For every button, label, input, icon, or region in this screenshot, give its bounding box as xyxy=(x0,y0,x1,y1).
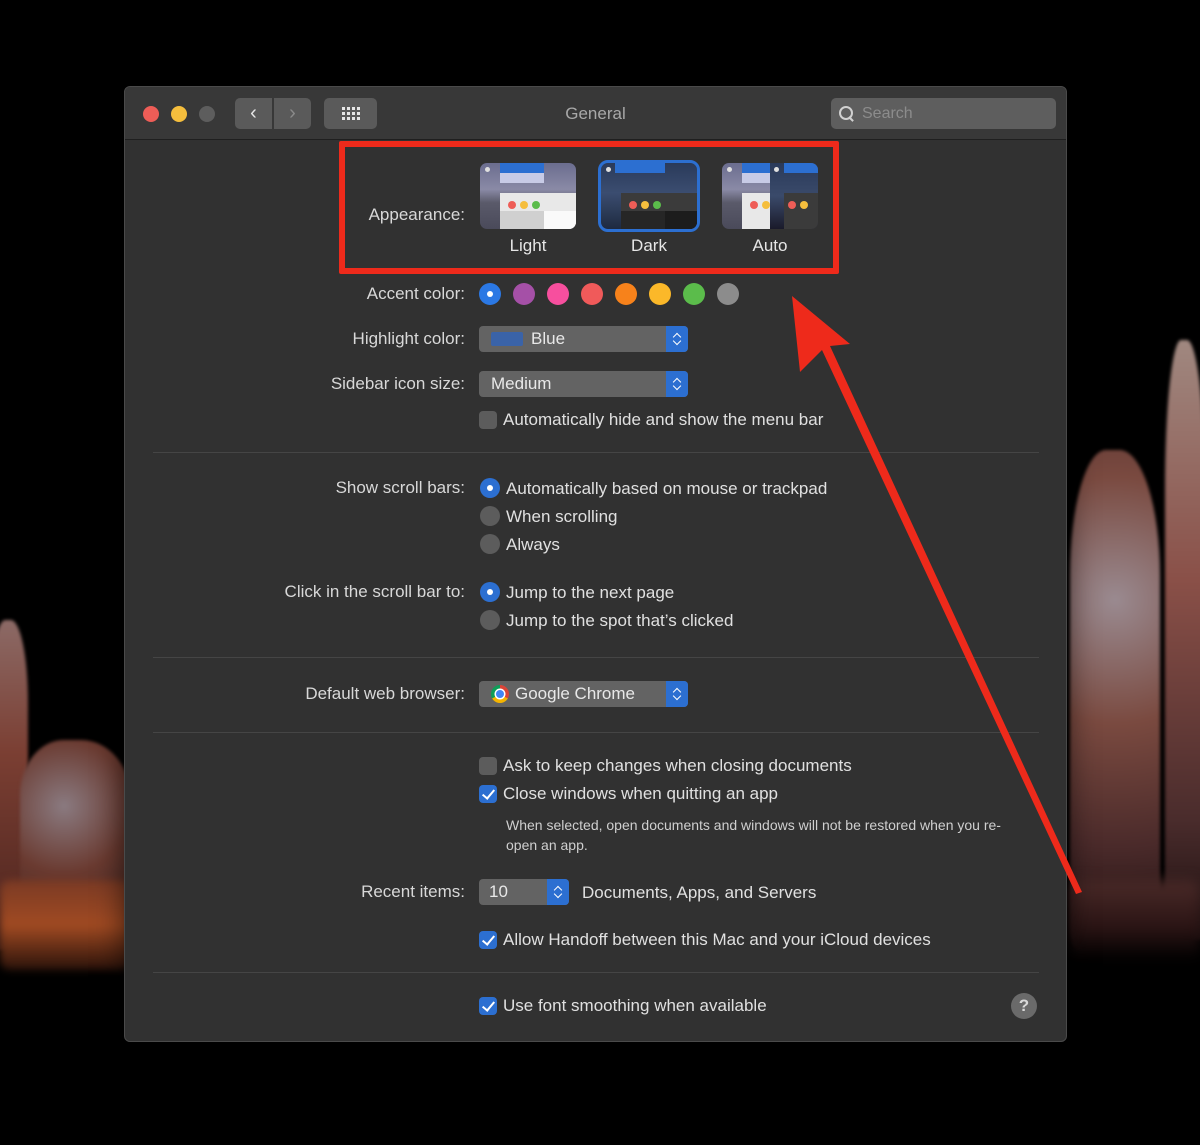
appearance-light-label: Light xyxy=(509,236,547,255)
recent-items-popup[interactable]: 10 xyxy=(479,879,569,905)
default-browser-label: Default web browser: xyxy=(305,684,465,703)
search-input[interactable] xyxy=(862,104,1042,123)
auto-hide-menu-checkbox[interactable] xyxy=(479,411,497,429)
appearance-label: Appearance: xyxy=(368,205,465,224)
accent-color-swatch[interactable] xyxy=(479,283,501,305)
recent-items-suffix: Documents, Apps, and Servers xyxy=(582,883,817,902)
chevron-up-down-icon xyxy=(673,377,681,391)
ask-keep-changes-checkbox[interactable] xyxy=(479,757,497,775)
accent-color-label: Accent color: xyxy=(366,284,465,303)
title-bar: ‹ › General xyxy=(125,87,1066,140)
question-mark-icon: ? xyxy=(1018,996,1030,1015)
accent-color-swatch[interactable] xyxy=(717,283,739,305)
appearance-dark-option[interactable] xyxy=(598,160,700,232)
auto-hide-menu-label: Automatically hide and show the menu bar xyxy=(503,410,824,429)
show-scroll-bars-label: Show scroll bars: xyxy=(335,478,465,497)
accent-color-swatch[interactable] xyxy=(615,283,637,305)
preferences-window: ‹ › General Appearance: Light xyxy=(124,86,1067,1042)
background-rock xyxy=(0,880,130,970)
close-windows-checkbox[interactable] xyxy=(479,785,497,803)
highlight-color-value: Blue xyxy=(531,329,566,348)
chrome-icon xyxy=(491,685,509,703)
accent-color-swatch[interactable] xyxy=(513,283,535,305)
click-scroll-bar-label: Click in the scroll bar to: xyxy=(284,582,465,601)
scroll-bars-always-label: Always xyxy=(506,535,560,554)
accent-color-swatch[interactable] xyxy=(649,283,671,305)
search-field[interactable] xyxy=(831,98,1056,129)
click-next-page-radio[interactable] xyxy=(480,582,500,602)
scroll-bars-auto-label: Automatically based on mouse or trackpad xyxy=(506,479,828,498)
sidebar-icon-size-popup[interactable]: Medium xyxy=(479,371,688,397)
background-rock xyxy=(1070,880,1200,960)
close-windows-note: When selected, open documents and window… xyxy=(506,817,1001,853)
highlight-color-popup[interactable]: Blue xyxy=(479,326,688,352)
close-windows-label: Close windows when quitting an app xyxy=(503,784,779,803)
scroll-bars-when-scrolling-radio[interactable] xyxy=(480,506,500,526)
ask-keep-changes-label: Ask to keep changes when closing documen… xyxy=(503,756,852,775)
divider xyxy=(153,972,1039,973)
divider xyxy=(153,452,1039,453)
popup-stepper xyxy=(547,879,569,905)
appearance-light-option[interactable] xyxy=(480,163,576,229)
background-rock xyxy=(1165,340,1200,940)
click-spot-radio[interactable] xyxy=(480,610,500,630)
click-spot-label: Jump to the spot that’s clicked xyxy=(506,611,734,630)
chevron-up-down-icon xyxy=(554,885,562,899)
highlight-color-swatch xyxy=(491,332,523,346)
popup-stepper xyxy=(666,371,688,397)
scroll-bars-when-scrolling-label: When scrolling xyxy=(506,507,618,526)
handoff-label: Allow Handoff between this Mac and your … xyxy=(503,930,931,949)
click-next-page-label: Jump to the next page xyxy=(506,583,675,602)
font-smoothing-checkbox[interactable] xyxy=(479,997,497,1015)
scroll-bars-auto-radio[interactable] xyxy=(480,478,500,498)
divider xyxy=(153,732,1039,733)
search-icon xyxy=(839,105,855,122)
accent-color-picker xyxy=(479,283,749,307)
popup-stepper xyxy=(666,326,688,352)
recent-items-label: Recent items: xyxy=(361,882,465,901)
handoff-checkbox[interactable] xyxy=(479,931,497,949)
chevron-up-down-icon xyxy=(673,332,681,346)
appearance-auto-option[interactable] xyxy=(722,163,818,229)
scroll-bars-always-radio[interactable] xyxy=(480,534,500,554)
accent-color-swatch[interactable] xyxy=(683,283,705,305)
accent-color-swatch[interactable] xyxy=(547,283,569,305)
recent-items-value: 10 xyxy=(489,882,508,901)
chevron-up-down-icon xyxy=(673,687,681,701)
accent-color-swatch[interactable] xyxy=(581,283,603,305)
font-smoothing-label: Use font smoothing when available xyxy=(503,996,767,1015)
popup-stepper xyxy=(666,681,688,707)
sidebar-icon-size-value: Medium xyxy=(491,374,552,393)
highlight-color-label: Highlight color: xyxy=(352,329,465,348)
default-browser-popup[interactable]: Google Chrome xyxy=(479,681,688,707)
sidebar-icon-size-label: Sidebar icon size: xyxy=(330,374,465,393)
appearance-auto-label: Auto xyxy=(752,236,788,255)
divider xyxy=(153,657,1039,658)
default-browser-value: Google Chrome xyxy=(515,684,636,703)
appearance-dark-label: Dark xyxy=(631,236,667,255)
background-rock xyxy=(1070,450,1160,950)
help-button[interactable]: ? xyxy=(1011,993,1037,1019)
